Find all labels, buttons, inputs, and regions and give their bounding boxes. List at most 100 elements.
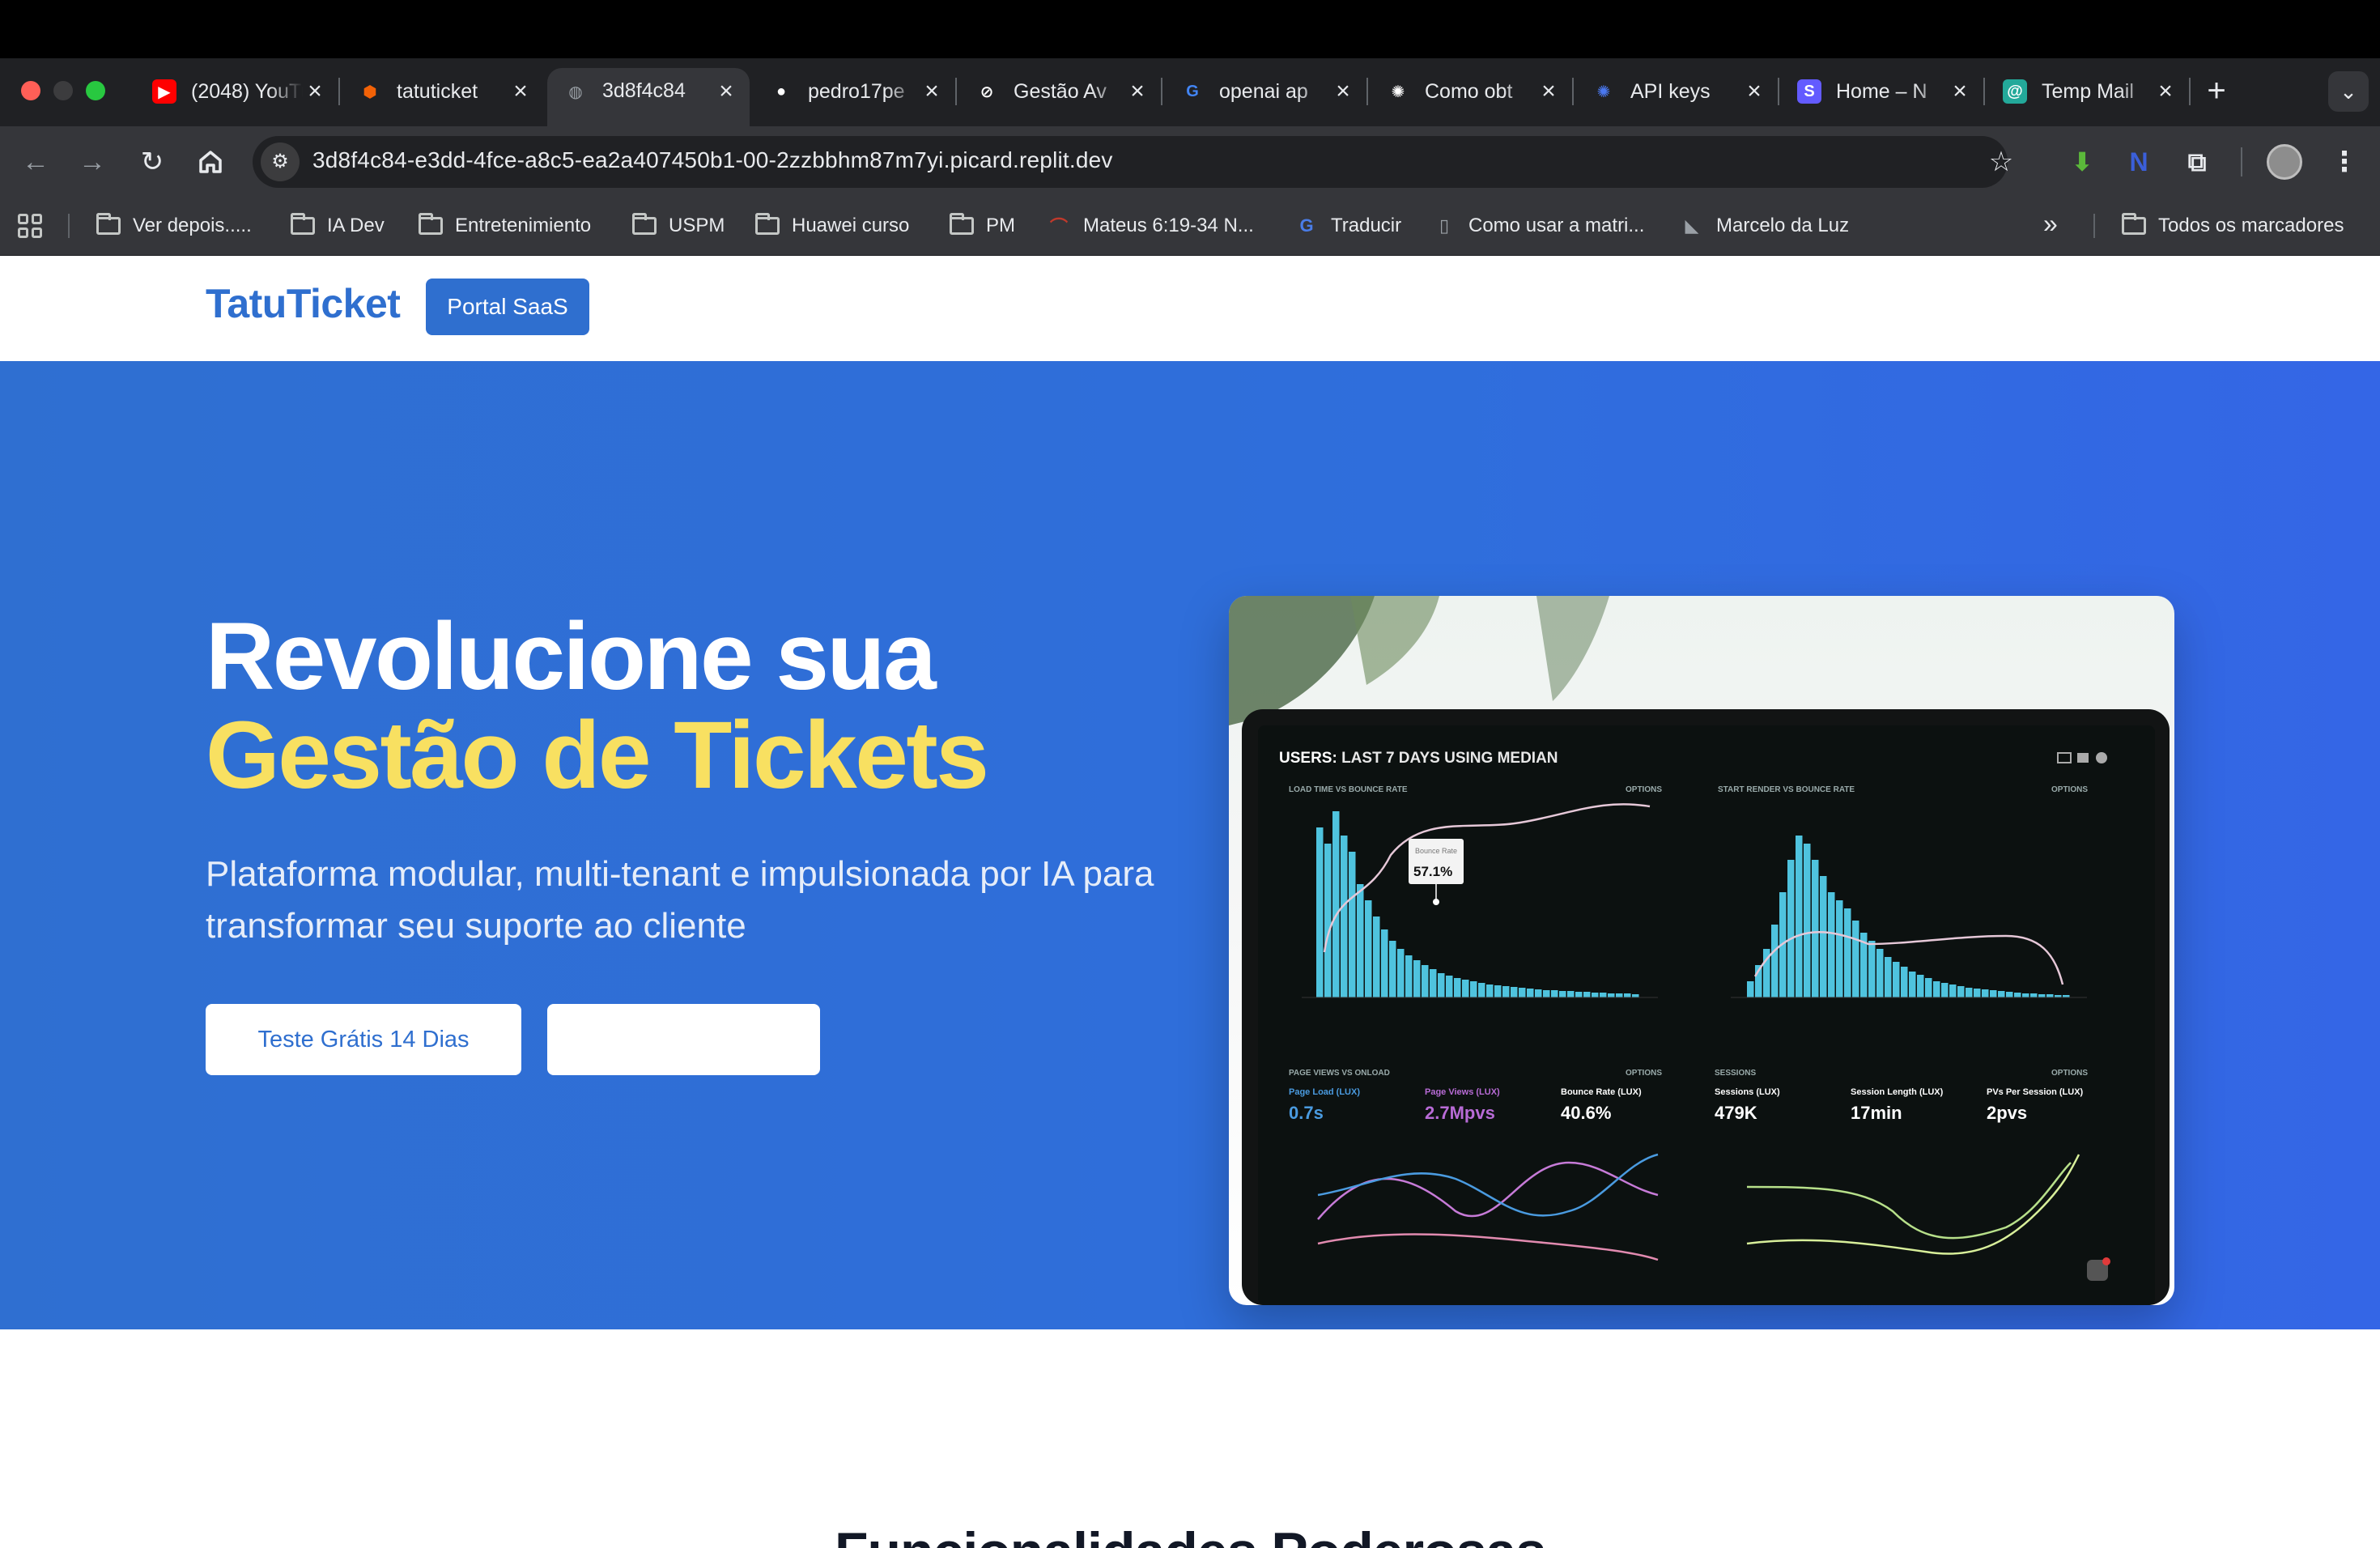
tab-search-button[interactable]: ⌄ xyxy=(2328,71,2369,112)
close-tab-icon[interactable]: × xyxy=(714,79,738,104)
site-info-button[interactable]: ⚙ xyxy=(261,142,300,181)
site-logo[interactable]: TatuTicket xyxy=(206,280,401,327)
features-title: Funcionalidades Poderosas xyxy=(0,1520,2380,1548)
bookmark-item[interactable]: IA Dev xyxy=(290,211,385,241)
secondary-cta-button[interactable] xyxy=(547,1004,820,1075)
close-tab-icon[interactable]: × xyxy=(1536,79,1561,104)
tab-divider xyxy=(1161,78,1162,105)
forward-button[interactable]: → xyxy=(73,142,112,181)
histogram-bar xyxy=(1454,978,1461,997)
metric-label: Page Views (LUX) xyxy=(1425,1087,1500,1097)
browser-menu-button[interactable]: ⋮ xyxy=(2325,142,2364,181)
more-bookmarks-button[interactable]: » xyxy=(2043,209,2058,239)
histogram-bar xyxy=(1462,980,1469,997)
site-header: TatuTicket Portal SaaS xyxy=(0,256,2380,361)
bookmark-item[interactable]: Entretenimiento xyxy=(418,211,591,241)
bookmark-item[interactable]: ⌒ Mateus 6:19-34 N... xyxy=(1046,211,1254,241)
bookmarks-divider xyxy=(68,214,70,238)
histogram-bar xyxy=(1332,811,1340,997)
close-tab-icon[interactable]: × xyxy=(2153,79,2178,104)
browser-tab[interactable]: S Home – N × xyxy=(1781,70,1983,113)
close-tab-icon[interactable]: × xyxy=(508,79,533,104)
histogram-bar xyxy=(1957,986,1965,997)
histogram-bar xyxy=(1567,991,1575,997)
browser-tab-label: tatuticket xyxy=(397,79,478,103)
bookmark-item[interactable]: G Traducir xyxy=(1294,211,1401,241)
github-icon: ● xyxy=(776,82,787,100)
folder-icon xyxy=(2121,213,2147,236)
bookmark-item[interactable]: ◣ Marcelo da Luz xyxy=(1679,211,1850,241)
close-tab-icon[interactable]: × xyxy=(1331,79,1355,104)
histogram-bar xyxy=(1966,988,1973,997)
address-bar-url[interactable]: 3d8f4c84-e3dd-4fce-a8c5-ea2a407450b1-00-… xyxy=(312,147,1113,173)
dashboard-laptop-image: USERS: LAST 7 DAYS USING MEDIAN LOAD TIM… xyxy=(1229,596,2174,1305)
bookmark-item[interactable]: Huawei curso xyxy=(754,211,909,241)
tab-divider xyxy=(1366,78,1368,105)
extension-download-button[interactable]: ⬇ xyxy=(2063,142,2102,181)
histogram-bar xyxy=(1381,929,1388,997)
browser-tab[interactable]: ● pedro17pe × xyxy=(753,70,955,113)
folder-icon xyxy=(290,213,316,236)
youtube-icon: ▶ xyxy=(152,79,176,104)
free-trial-button[interactable]: Teste Grátis 14 Dias xyxy=(206,1004,521,1075)
histogram-bar xyxy=(1422,965,1429,997)
histogram-bar xyxy=(1990,990,1997,997)
close-tab-icon[interactable]: × xyxy=(1742,79,1766,104)
histogram-bar xyxy=(1901,967,1908,997)
bookmark-star-button[interactable]: ☆ xyxy=(1982,142,2021,181)
histogram-bar xyxy=(1535,989,1542,997)
histogram-bar xyxy=(1389,941,1396,997)
all-bookmarks-folder[interactable]: Todos os marcadores xyxy=(2121,211,2344,241)
home-button[interactable] xyxy=(191,142,230,181)
back-button[interactable]: ← xyxy=(16,142,55,181)
browser-tab[interactable]: Gopenai ap × xyxy=(1164,70,1366,113)
browser-tab[interactable]: ⊘ Gestão Av × xyxy=(958,70,1161,113)
bookmark-item[interactable]: Ver depois..... xyxy=(96,211,252,241)
profile-avatar[interactable] xyxy=(2267,144,2302,180)
browser-tab[interactable]: ◍ 3d8f4c84 × xyxy=(547,68,750,126)
close-tab-icon[interactable]: × xyxy=(1948,79,1972,104)
extensions-button[interactable]: ⧉ xyxy=(2178,142,2216,181)
metric-label: Session Length (LUX) xyxy=(1851,1087,1944,1097)
minimize-window-button[interactable] xyxy=(53,81,73,100)
bookmark-label: Como usar a matri... xyxy=(1468,215,1645,236)
histogram-bar xyxy=(1982,989,1989,997)
bookmark-item[interactable]: ▯ Como usar a matri... xyxy=(1431,211,1644,241)
bookmarks-divider xyxy=(2093,214,2095,238)
close-tab-icon[interactable]: × xyxy=(920,79,944,104)
browser-tab[interactable]: @ Temp Mail × xyxy=(1987,70,2189,113)
histogram-bar xyxy=(1365,900,1372,997)
histogram-bar xyxy=(1543,990,1550,997)
panel2-title: START RENDER VS BOUNCE RATE xyxy=(1718,785,1855,794)
star-icon: ☆ xyxy=(1988,147,2014,177)
panel3-title: PAGE VIEWS VS ONLOAD xyxy=(1289,1069,1390,1078)
extension-n-button[interactable]: N xyxy=(2119,142,2158,181)
histogram-bar xyxy=(1349,852,1356,997)
bookmark-item[interactable]: USPM xyxy=(631,211,725,241)
histogram-bar xyxy=(1941,983,1949,997)
apps-grid-icon[interactable] xyxy=(18,214,42,238)
browser-tab-label: API keys xyxy=(1630,79,1711,103)
metric-value: 40.6% xyxy=(1561,1103,1611,1123)
histogram-bar xyxy=(2038,994,2046,997)
close-tab-icon[interactable]: × xyxy=(1125,79,1150,104)
panel2-options: OPTIONS xyxy=(2051,785,2088,794)
histogram-bar xyxy=(1747,981,1754,997)
close-window-button[interactable] xyxy=(21,81,40,100)
web-page: TatuTicket Portal SaaS Revolucione sua G… xyxy=(0,256,2380,1548)
bookmark-item[interactable]: PM xyxy=(949,211,1015,241)
reload-button[interactable]: ↻ xyxy=(133,142,172,181)
portal-saas-button[interactable]: Portal SaaS xyxy=(426,279,589,335)
browser-tab[interactable]: ⬢ tatuticket × xyxy=(342,70,544,113)
histogram-bar xyxy=(1446,976,1453,997)
panel4-options: OPTIONS xyxy=(2051,1069,2088,1078)
close-tab-icon[interactable]: × xyxy=(303,79,327,104)
puzzle-icon: ⧉ xyxy=(2187,147,2207,176)
metric-label: PVs Per Session (LUX) xyxy=(1987,1087,2084,1097)
maximize-window-button[interactable] xyxy=(86,81,105,100)
browser-tab[interactable]: ▶ (2048) YouTube× xyxy=(136,70,338,113)
browser-tab[interactable]: ✺ API keys × xyxy=(1575,70,1778,113)
metric-value: 2.7Mpvs xyxy=(1425,1103,1495,1123)
new-tab-button[interactable]: + xyxy=(2199,73,2234,108)
browser-tab[interactable]: ✺ Como obt × xyxy=(1370,70,1572,113)
